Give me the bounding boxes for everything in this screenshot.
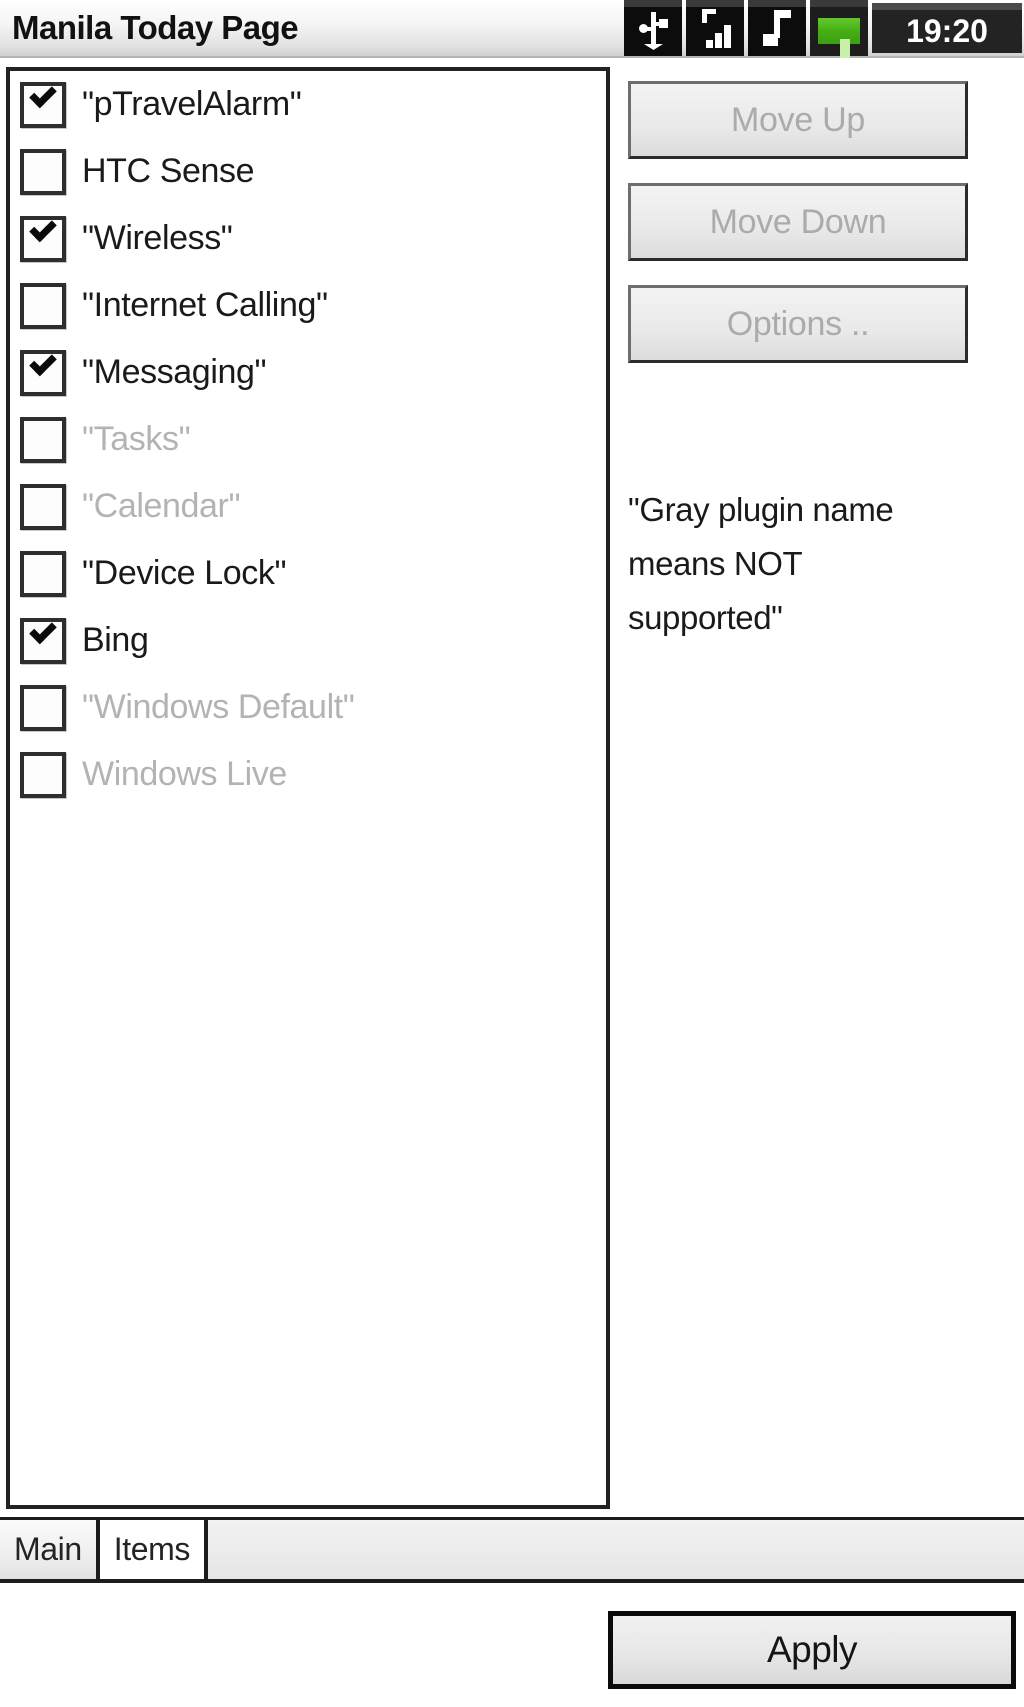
checkbox-unchecked-icon[interactable] — [20, 148, 66, 195]
signal-bars-icon-bar-2 — [715, 33, 722, 48]
checkbox-checked-icon[interactable] — [20, 80, 66, 128]
side-button-group: Move Up Move Down Options .. — [620, 67, 1018, 363]
tab-items[interactable]: Items — [99, 1520, 209, 1579]
list-item-label: "pTravelAlarm" — [82, 85, 302, 123]
battery-icon-body — [818, 18, 860, 59]
list-item[interactable]: "pTravelAlarm" — [10, 71, 606, 138]
checkbox-checked-icon[interactable] — [20, 616, 66, 664]
signal-bars-icon-bar-1 — [706, 40, 713, 48]
list-item-label: "Wireless" — [82, 219, 233, 257]
usb-icon-head — [644, 44, 663, 50]
footer-bar: Apply — [0, 1587, 1024, 1707]
list-item-label: HTC Sense — [82, 152, 255, 190]
music-note-icon-head — [763, 34, 778, 46]
list-item[interactable]: "Wireless" — [10, 205, 606, 272]
page-title: Manila Today Page — [12, 9, 299, 46]
options-button[interactable]: Options .. — [628, 285, 968, 363]
list-item-label: "Windows Default" — [82, 688, 355, 726]
list-item-label: "Messaging" — [82, 353, 267, 391]
checkbox-checked-icon[interactable] — [20, 348, 66, 396]
signal-bars-icon[interactable] — [686, 0, 744, 56]
check-icon — [29, 214, 57, 242]
tab-strip-filler — [208, 1520, 1024, 1579]
battery-icon-gloss — [840, 39, 850, 59]
usb-icon-stem — [651, 12, 656, 46]
checkbox-unchecked-icon[interactable] — [20, 550, 66, 597]
move-up-button[interactable]: Move Up — [628, 81, 968, 159]
list-item[interactable]: "Calendar" — [10, 473, 606, 540]
signal-bars-icon-bar-3 — [724, 25, 731, 48]
list-item[interactable]: Windows Live — [10, 741, 606, 808]
list-item-label: "Tasks" — [82, 420, 191, 458]
list-item[interactable]: Bing — [10, 607, 606, 674]
checkbox-unchecked-icon[interactable] — [20, 282, 66, 329]
check-icon — [29, 348, 57, 376]
list-item-label: Windows Live — [82, 755, 287, 793]
usb-icon[interactable] — [624, 0, 682, 56]
battery-icon[interactable] — [810, 0, 868, 59]
list-item[interactable]: "Internet Calling" — [10, 272, 606, 339]
list-item[interactable]: "Messaging" — [10, 339, 606, 406]
plugin-list[interactable]: "pTravelAlarm" HTC Sense "Wireless" "Intern… — [6, 67, 610, 1509]
right-pane: Move Up Move Down Options .. "Gray plugin … — [620, 67, 1018, 1509]
tab-main[interactable]: Main — [0, 1520, 100, 1579]
move-down-button[interactable]: Move Down — [628, 183, 968, 261]
checkbox-unchecked-icon[interactable] — [20, 416, 66, 463]
music-note-icon[interactable] — [748, 0, 806, 56]
apply-button[interactable]: Apply — [608, 1611, 1016, 1689]
check-icon — [29, 616, 57, 644]
list-item-label: "Device Lock" — [82, 554, 287, 592]
list-item-label: Bing — [82, 621, 149, 659]
title-bar: Manila Today Page 19:20 — [0, 0, 1024, 59]
content-area: "pTravelAlarm" HTC Sense "Wireless" "Intern… — [0, 58, 1024, 1707]
checkbox-unchecked-icon[interactable] — [20, 751, 66, 798]
tab-strip[interactable]: Main Items — [0, 1517, 1024, 1583]
checkbox-unchecked-icon[interactable] — [20, 684, 66, 731]
status-clock[interactable]: 19:20 — [872, 3, 1022, 53]
list-item[interactable]: "Device Lock" — [10, 540, 606, 607]
list-item-label: "Internet Calling" — [82, 286, 328, 324]
help-note: "Gray plugin name means NOT supported" — [628, 491, 894, 636]
checkbox-unchecked-icon[interactable] — [20, 483, 66, 530]
list-item-label: "Calendar" — [82, 487, 241, 525]
check-icon — [29, 80, 57, 108]
list-item[interactable]: HTC Sense — [10, 138, 606, 205]
list-item[interactable]: "Tasks" — [10, 406, 606, 473]
signal-bars-icon-tower — [702, 9, 716, 23]
checkbox-checked-icon[interactable] — [20, 214, 66, 262]
list-item[interactable]: "Windows Default" — [10, 674, 606, 741]
